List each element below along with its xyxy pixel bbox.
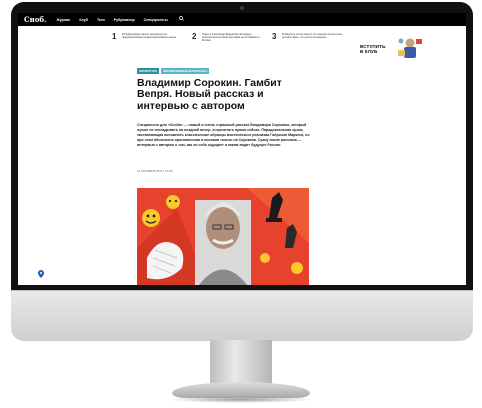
- promo-illustration-icon: [398, 38, 422, 58]
- top-news-number: 3: [272, 32, 277, 41]
- search-icon[interactable]: [178, 16, 184, 23]
- camera-dot: [240, 6, 244, 10]
- tag-literature[interactable]: ЛИТЕРАТУРА: [137, 68, 160, 74]
- top-news-text[interactable]: В Марселе после многих лет разлуки встре…: [282, 33, 346, 43]
- site-header: Сноб. Журнал Клуб Теги Рубрикатор Спецпр…: [18, 13, 466, 26]
- nav-item-rubricator[interactable]: Рубрикатор: [114, 18, 135, 22]
- top-news-strip: 1 В Подмосковье нашли сверхбыструю предп…: [112, 33, 352, 43]
- nav-item-journal[interactable]: Журнал: [56, 18, 70, 22]
- tag-exclusive[interactable]: ЭКСКЛЮЗИВНЫЕ МАТЕРИАЛЫ: [161, 68, 209, 74]
- monitor-chin: [11, 290, 473, 341]
- top-news-item[interactable]: 1 В Подмосковье нашли сверхбыструю предп…: [112, 33, 190, 43]
- browser-screen: Сноб. Журнал Клуб Теги Рубрикатор Спецпр…: [18, 13, 466, 285]
- top-news-item[interactable]: 3 В Марселе после многих лет разлуки вст…: [272, 33, 350, 43]
- article-hero-image: [137, 188, 309, 285]
- article-title: Владимир Сорокин. Гамбит Вепря. Новый ра…: [137, 77, 282, 112]
- monitor-frame: Сноб. Журнал Клуб Теги Рубрикатор Спецпр…: [11, 2, 473, 302]
- top-news-text[interactable]: В Подмосковье нашли сверхбыструю предпри…: [122, 33, 186, 43]
- top-news-number: 2: [192, 32, 197, 41]
- monitor-stand-shadow: [168, 396, 314, 403]
- top-news-text[interactable]: Гарри и Александр Ванденбергвитейдер: Ко…: [202, 33, 266, 43]
- site-logo[interactable]: Сноб.: [24, 15, 46, 24]
- promo-label[interactable]: ВСТУПИТЬ В КЛУБ: [360, 44, 386, 54]
- nav-item-club[interactable]: Клуб: [79, 18, 88, 22]
- article-tags: ЛИТЕРАТУРА ЭКСКЛЮЗИВНЫЕ МАТЕРИАЛЫ: [137, 68, 211, 74]
- article-lead: Специально для «Сноба» — новый и очень с…: [137, 123, 310, 147]
- article-date: 11 ОКТЯБРЯ 2021 / 15:04: [137, 169, 173, 173]
- join-club-promo[interactable]: ВСТУПИТЬ В КЛУБ: [358, 33, 428, 63]
- monitor-stand-neck: [210, 340, 272, 386]
- top-news-item[interactable]: 2 Гарри и Александр Ванденбергвитейдер: …: [192, 33, 270, 43]
- top-news-number: 1: [112, 32, 117, 41]
- location-pin-icon[interactable]: [35, 267, 47, 280]
- nav-item-special-projects[interactable]: Спецпроекты: [144, 18, 168, 22]
- nav-item-tags[interactable]: Теги: [97, 18, 105, 22]
- hero-collage-icon: [137, 188, 309, 285]
